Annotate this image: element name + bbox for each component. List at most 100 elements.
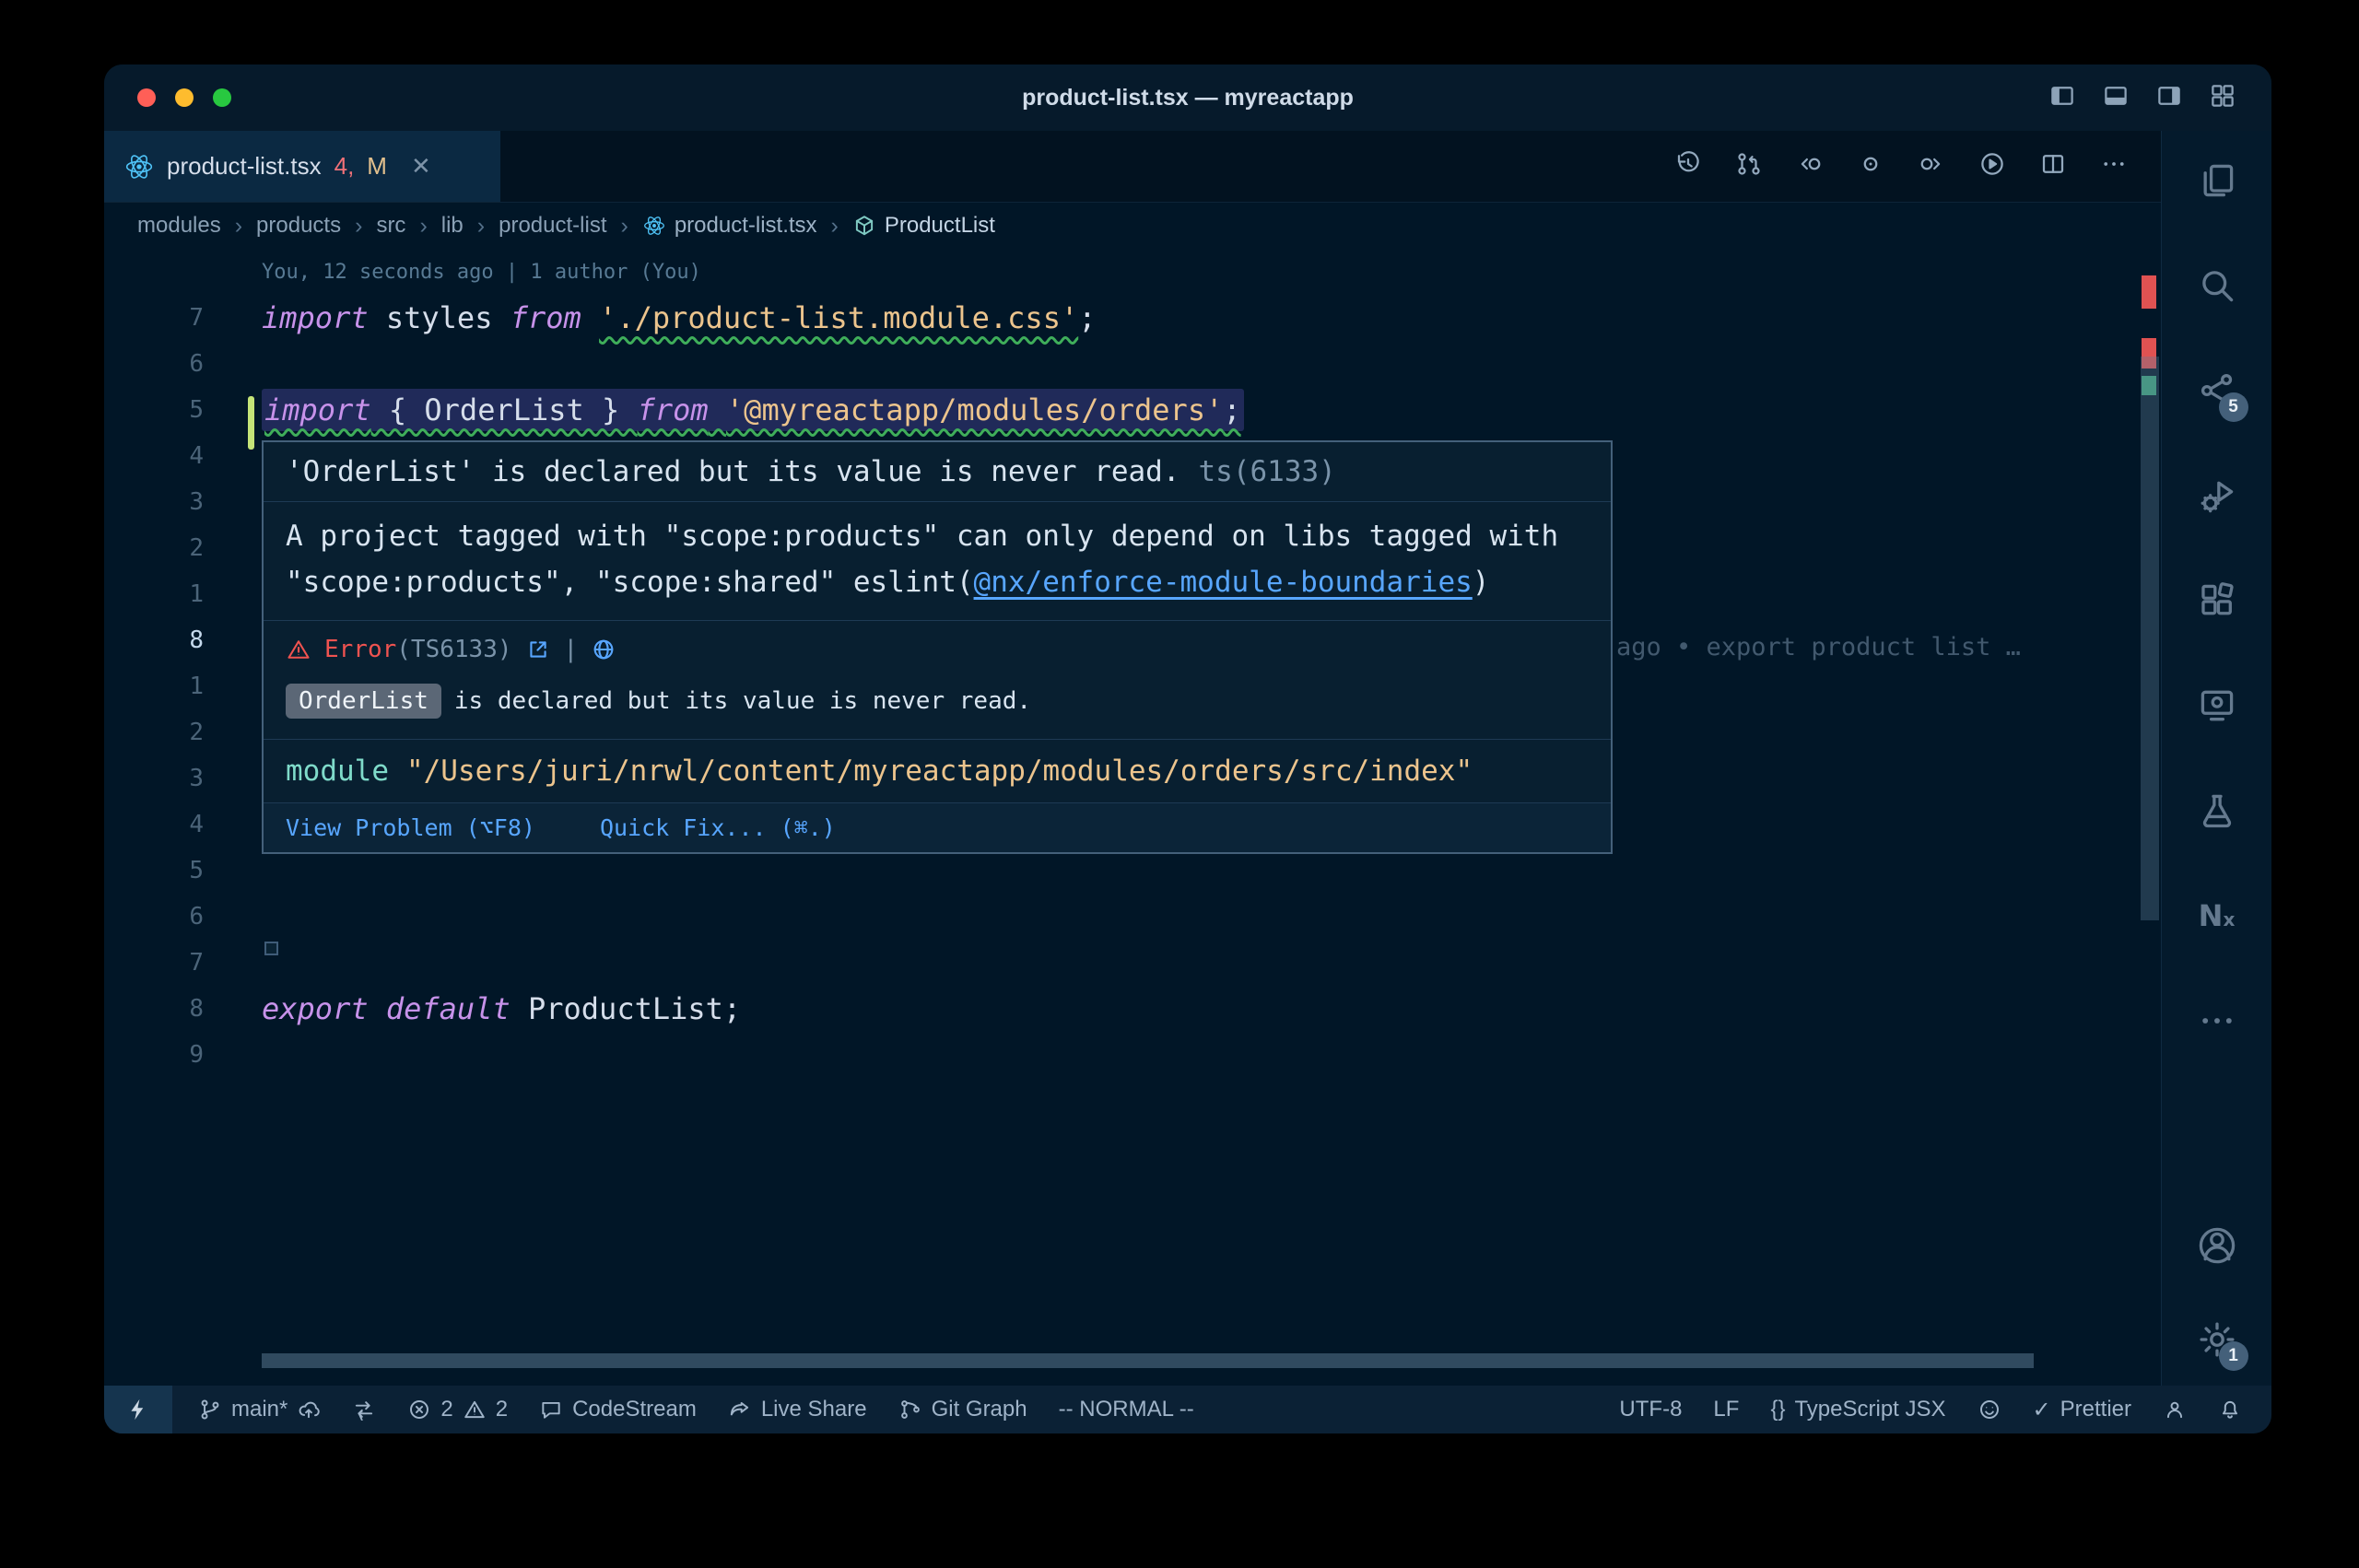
- breadcrumb-separator: ›: [355, 213, 362, 240]
- code-line[interactable]: 7import styles from './product-list.modu…: [104, 295, 2161, 341]
- breadcrumb-symbol[interactable]: ProductList: [852, 213, 995, 239]
- codelens-line: You, 12 seconds ago | 1 author (You): [104, 249, 2161, 295]
- activity-bar: 5 Nx 1: [2161, 131, 2271, 1386]
- line-number: 1: [104, 580, 204, 608]
- toggle-panel-icon[interactable]: [2102, 82, 2130, 114]
- horizontal-scrollbar[interactable]: [262, 1353, 2034, 1368]
- overview-ruler-error-mark: [2142, 275, 2156, 309]
- line-number: 3: [104, 765, 204, 792]
- globe-icon[interactable]: [591, 637, 616, 662]
- code-line[interactable]: 9: [104, 1032, 2161, 1078]
- toggle-secondary-sidebar-icon[interactable]: [2155, 82, 2183, 114]
- code-line[interactable]: 7: [104, 940, 2161, 986]
- breadcrumb-separator: ›: [620, 213, 628, 240]
- language-mode-item[interactable]: {}TypeScript JSX: [1770, 1397, 1945, 1422]
- search-icon[interactable]: [2195, 263, 2239, 308]
- hover-resize-handle[interactable]: [264, 942, 278, 955]
- vscode-window: product-list.tsx — myreactapp product-li…: [104, 64, 2271, 1433]
- breadcrumb-item[interactable]: modules: [137, 213, 221, 239]
- error-description-row: OrderListis declared but its value is ne…: [264, 669, 1611, 739]
- feedback-person-icon[interactable]: [2163, 1398, 2187, 1422]
- customize-layout-icon[interactable]: [2209, 82, 2236, 114]
- run-and-debug-icon[interactable]: [2195, 474, 2239, 518]
- encoding-item[interactable]: UTF-8: [1619, 1397, 1682, 1422]
- live-share-item[interactable]: Live Share: [728, 1397, 867, 1422]
- additional-views-icon[interactable]: [2195, 999, 2239, 1043]
- testing-icon[interactable]: [2195, 789, 2239, 833]
- open-changes-icon[interactable]: [1857, 150, 1884, 182]
- feedback-smiley-icon[interactable]: [1978, 1398, 2001, 1422]
- breadcrumb-item[interactable]: products: [256, 213, 341, 239]
- line-number: 2: [104, 719, 204, 746]
- react-file-icon: [124, 152, 154, 181]
- extensions-icon[interactable]: [2195, 579, 2239, 623]
- more-actions-icon[interactable]: [2100, 150, 2128, 182]
- symbol-cube-icon: [852, 214, 876, 238]
- code-line[interactable]: 5import { OrderList } from '@myreactapp/…: [104, 387, 2161, 433]
- source-control-icon[interactable]: 5: [2195, 369, 2239, 413]
- inline-blame-annotation[interactable]: ago • export product list …: [1616, 625, 2021, 671]
- code-line[interactable]: 8export default ProductList;: [104, 986, 2161, 1032]
- run-file-icon[interactable]: [1978, 150, 2006, 182]
- current-line-number: 8: [104, 626, 204, 654]
- next-change-icon[interactable]: [1918, 150, 1945, 182]
- tab-product-list[interactable]: product-list.tsx 4, M ✕: [104, 131, 500, 202]
- compare-icon[interactable]: [1735, 150, 1763, 182]
- remote-explorer-icon[interactable]: [2195, 684, 2239, 728]
- nx-console-icon[interactable]: Nx: [2195, 894, 2239, 938]
- code-line[interactable]: 6: [104, 341, 2161, 387]
- diagnostic-message: 'OrderList' is declared but its value is…: [264, 442, 1611, 501]
- eol-item[interactable]: LF: [1713, 1397, 1739, 1422]
- line-number: 1: [104, 673, 204, 700]
- settings-badge: 1: [2219, 1341, 2248, 1371]
- breadcrumb-item[interactable]: lib: [441, 213, 464, 239]
- remote-indicator[interactable]: [104, 1386, 172, 1433]
- vim-mode-indicator[interactable]: -- NORMAL --: [1059, 1397, 1194, 1422]
- squiggle-warning-text: './product-list.module.css': [599, 300, 1078, 335]
- settings-gear-icon[interactable]: 1: [2195, 1317, 2239, 1362]
- hover-diagnostic-popup: 'OrderList' is declared but its value is…: [262, 440, 1613, 854]
- tab-modified-indicator: M: [367, 152, 387, 181]
- line-number: 5: [104, 857, 204, 884]
- tab-bar: product-list.tsx 4, M ✕: [104, 131, 2161, 203]
- eslint-rule-message: A project tagged with "scope:products" c…: [264, 501, 1611, 620]
- quick-fix-link[interactable]: Quick Fix... (⌘.): [600, 814, 836, 841]
- view-problem-link[interactable]: View Problem (⌥F8): [286, 814, 535, 841]
- compare-changes-item[interactable]: [352, 1398, 376, 1422]
- code-line[interactable]: 6: [104, 894, 2161, 940]
- eslint-rule-link[interactable]: @nx/enforce-module-boundaries: [974, 566, 1473, 599]
- close-tab-icon[interactable]: ✕: [411, 152, 431, 181]
- git-branch-item[interactable]: main*: [198, 1397, 321, 1422]
- vertical-scrollbar[interactable]: [2141, 357, 2159, 920]
- editor[interactable]: You, 12 seconds ago | 1 author (You) 7im…: [104, 249, 2161, 1386]
- codelens-blame[interactable]: You, 12 seconds ago | 1 author (You): [262, 261, 701, 284]
- git-graph-item[interactable]: Git Graph: [898, 1397, 1027, 1422]
- diagnostic-code: ts(6133): [1199, 455, 1336, 488]
- explorer-icon[interactable]: [2195, 158, 2239, 203]
- breadcrumb-separator: ›: [419, 213, 427, 240]
- tab-label: product-list.tsx: [167, 152, 322, 181]
- line-number: 7: [104, 304, 204, 332]
- editor-actions: [1674, 131, 2161, 202]
- toggle-primary-sidebar-icon[interactable]: [2048, 82, 2076, 114]
- notifications-bell-icon[interactable]: [2218, 1398, 2242, 1422]
- codestream-item[interactable]: CodeStream: [539, 1397, 697, 1422]
- breadcrumb-separator: ›: [235, 213, 242, 240]
- breadcrumb-item[interactable]: product-list: [499, 213, 606, 239]
- breadcrumb-file[interactable]: product-list.tsx: [642, 213, 817, 239]
- line-number: 6: [104, 350, 204, 378]
- line-number: 2: [104, 534, 204, 562]
- accounts-icon[interactable]: [2195, 1223, 2239, 1268]
- hover-actions: View Problem (⌥F8) Quick Fix... (⌘.): [264, 802, 1611, 852]
- previous-change-icon[interactable]: [1796, 150, 1824, 182]
- code-line[interactable]: 5: [104, 848, 2161, 894]
- external-link-icon[interactable]: [525, 637, 551, 662]
- problems-item[interactable]: 2 2: [407, 1397, 508, 1422]
- breadcrumb-item[interactable]: src: [376, 213, 405, 239]
- breadcrumb-separator: ›: [831, 213, 839, 240]
- live-share-icon: [728, 1398, 752, 1422]
- split-editor-icon[interactable]: [2039, 150, 2067, 182]
- symbol-chip: OrderList: [286, 684, 441, 719]
- file-history-icon[interactable]: [1674, 150, 1702, 182]
- prettier-item[interactable]: ✓Prettier: [2033, 1397, 2131, 1423]
